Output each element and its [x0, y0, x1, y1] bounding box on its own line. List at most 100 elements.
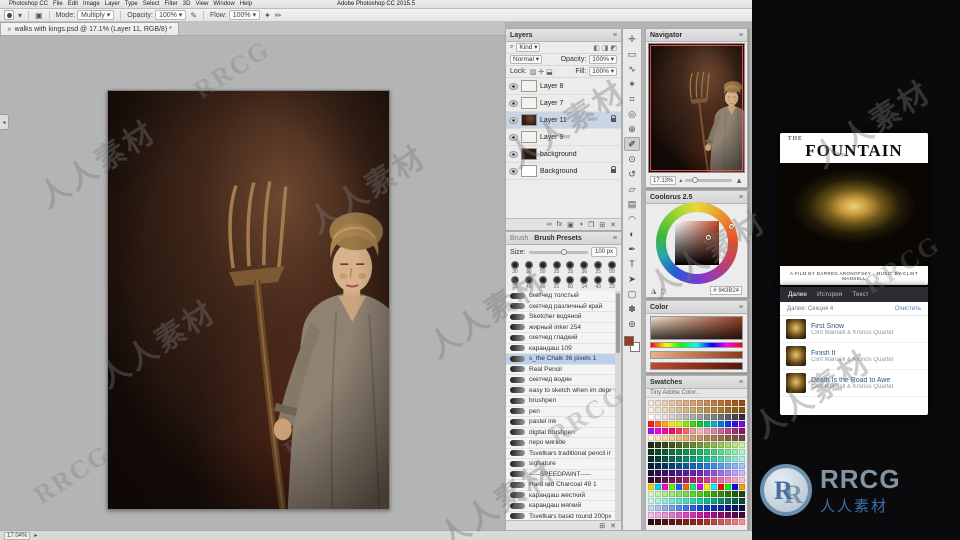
swatch[interactable]: [718, 449, 724, 455]
brush-list-item[interactable]: скетчед гладкий: [506, 333, 615, 344]
swatch[interactable]: [739, 498, 745, 504]
swatch[interactable]: [697, 477, 703, 483]
swatch[interactable]: [697, 484, 703, 490]
menu-select[interactable]: Select: [143, 1, 160, 7]
tab-layers[interactable]: Layers: [510, 32, 533, 39]
swatch[interactable]: [648, 484, 654, 490]
swatch[interactable]: [718, 400, 724, 406]
track-row[interactable]: First Snow Clint Mansell & Kronos Quartet: [780, 316, 928, 343]
swatch[interactable]: [739, 449, 745, 455]
adjustment-layer-icon[interactable]: ◑: [579, 221, 583, 228]
brush-preset[interactable]: 60: [565, 276, 577, 290]
swatch[interactable]: [739, 421, 745, 427]
swatch[interactable]: [739, 477, 745, 483]
swatch[interactable]: [683, 435, 689, 441]
swatch[interactable]: [739, 470, 745, 476]
visibility-eye-icon[interactable]: [509, 82, 518, 90]
brush-list-item[interactable]: Real Pencil: [506, 365, 615, 375]
swatch[interactable]: [739, 512, 745, 518]
layer-row[interactable]: background: [506, 146, 621, 163]
tab-brush-presets[interactable]: Brush Presets: [534, 235, 581, 242]
menu-window[interactable]: Window: [213, 1, 234, 7]
swatch[interactable]: [648, 456, 654, 462]
pressure-size-icon[interactable]: ✏: [275, 11, 282, 20]
swatch[interactable]: [739, 428, 745, 434]
swatch[interactable]: [711, 470, 717, 476]
hue-spectrum-strip[interactable]: [650, 342, 743, 348]
swatch[interactable]: [655, 512, 661, 518]
swatch[interactable]: [718, 491, 724, 497]
swatch[interactable]: [697, 470, 703, 476]
brush-preset[interactable]: 30: [509, 261, 521, 275]
zoom-tool-icon[interactable]: ⊚: [624, 317, 640, 331]
swatch[interactable]: [704, 421, 710, 427]
swatch[interactable]: [648, 414, 654, 420]
brush-list-item[interactable]: pastel ink: [506, 417, 615, 428]
swatch[interactable]: [662, 470, 668, 476]
swatch[interactable]: [676, 421, 682, 427]
hue-marker[interactable]: [729, 224, 734, 229]
zoom-in-icon[interactable]: ▲: [735, 176, 743, 185]
close-tab-icon[interactable]: ×: [7, 25, 12, 34]
hex-value[interactable]: # 943B24: [710, 286, 742, 295]
swatch[interactable]: [648, 505, 654, 511]
brush-preset[interactable]: 90: [537, 276, 549, 290]
swatch[interactable]: [648, 491, 654, 497]
swatch[interactable]: [669, 498, 675, 504]
swatch[interactable]: [739, 442, 745, 448]
swatch[interactable]: [662, 421, 668, 427]
swatch[interactable]: [697, 498, 703, 504]
airbrush-icon[interactable]: ✦: [264, 11, 271, 20]
brush-list-item[interactable]: Tsvetkars traditional pencil ink: [506, 449, 615, 459]
layer-thumbnail[interactable]: [521, 80, 537, 92]
delete-brush-icon[interactable]: ✕: [610, 522, 616, 530]
track-title[interactable]: Death Is the Road to Awe: [811, 377, 893, 384]
swatch[interactable]: [711, 414, 717, 420]
swatch[interactable]: [704, 477, 710, 483]
brush-preset[interactable]: 21: [551, 276, 563, 290]
brush-preset[interactable]: 14: [578, 276, 590, 290]
swatch[interactable]: [711, 505, 717, 511]
brush-preset[interactable]: 30: [523, 261, 535, 275]
swatch[interactable]: [690, 463, 696, 469]
swatch[interactable]: [725, 484, 731, 490]
chevron-down-icon[interactable]: ▾: [18, 11, 22, 20]
swatch[interactable]: [697, 414, 703, 420]
brush-list-item[interactable]: карандаш жесткий: [506, 491, 615, 501]
swatch[interactable]: [697, 512, 703, 518]
swatch[interactable]: [648, 449, 654, 455]
swatch[interactable]: [655, 505, 661, 511]
swatch[interactable]: [725, 470, 731, 476]
swatch[interactable]: [655, 428, 661, 434]
swatch[interactable]: [676, 400, 682, 406]
swatch[interactable]: [683, 456, 689, 462]
swatch[interactable]: [704, 428, 710, 434]
pressure-opacity-icon[interactable]: ✎: [190, 11, 197, 20]
swatch[interactable]: [683, 512, 689, 518]
swatch[interactable]: [718, 519, 724, 525]
panel-menu-icon[interactable]: ≡: [739, 304, 743, 311]
magic-wand-tool-icon[interactable]: ✶: [624, 77, 640, 91]
swatch[interactable]: [739, 400, 745, 406]
swatch[interactable]: [711, 484, 717, 490]
swatch[interactable]: [690, 435, 696, 441]
visibility-eye-icon[interactable]: [509, 150, 518, 158]
brush-list-item[interactable]: signature: [506, 459, 615, 470]
filter-icons[interactable]: ◧ ◨ ◩: [593, 44, 617, 52]
swatch[interactable]: [676, 512, 682, 518]
swatch[interactable]: [648, 400, 654, 406]
swatch[interactable]: [725, 512, 731, 518]
brush-list-item[interactable]: Sketcher водяной: [506, 312, 615, 323]
eyedropper-tool-icon[interactable]: ◎: [624, 107, 640, 121]
color-slider-1[interactable]: [650, 351, 743, 359]
swatch[interactable]: [725, 442, 731, 448]
swatch[interactable]: [725, 407, 731, 413]
swatch[interactable]: [718, 421, 724, 427]
swatch[interactable]: [711, 519, 717, 525]
swatch[interactable]: [648, 428, 654, 434]
path-selection-tool-icon[interactable]: ➤: [624, 272, 640, 286]
brush-list-item[interactable]: easy to sketch when im depressed: [506, 386, 615, 396]
swatch[interactable]: [662, 456, 668, 462]
filter-kind-select[interactable]: Kind ▾: [516, 43, 541, 52]
brush-size-slider[interactable]: [528, 248, 588, 255]
